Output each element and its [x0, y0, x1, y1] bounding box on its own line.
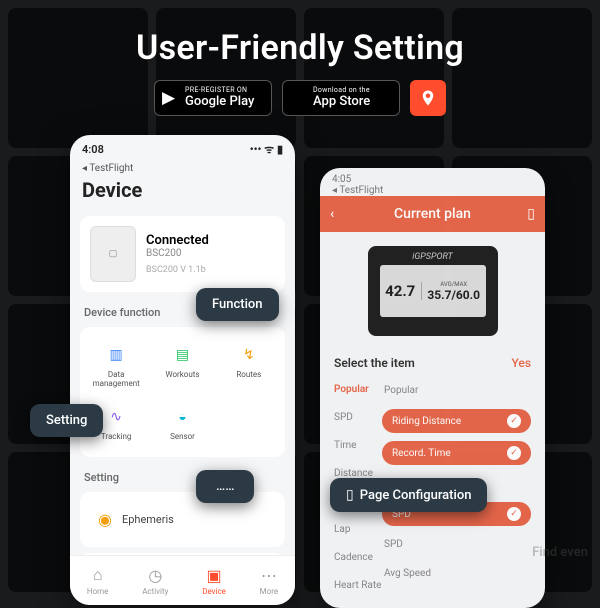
category-cadence[interactable]: Cadence — [334, 552, 382, 563]
phone-layout-icon[interactable]: ▯ — [527, 206, 535, 222]
func-icon: ◒ — [170, 405, 194, 429]
func-label: Sensor — [170, 433, 195, 442]
tab-more[interactable]: ⋯ More — [260, 566, 278, 596]
select-item-row: Select the item Yes — [320, 346, 545, 380]
check-icon: ✓ — [507, 446, 521, 460]
tab-icon: ⌂ — [93, 565, 103, 585]
screen-value-1: 42.7 — [380, 282, 422, 300]
func-icon: ↯ — [237, 343, 261, 367]
check-icon: ✓ — [507, 507, 521, 521]
testflight-label: ◂ TestFlight — [70, 163, 295, 176]
category-heart-rate[interactable]: Heart Rate — [334, 580, 382, 591]
callout-setting: Setting — [30, 404, 103, 437]
device-fw: BSC200 V 1.1b — [146, 265, 209, 275]
ephemeris-icon: ◉ — [98, 510, 112, 529]
field-row[interactable]: Popular — [382, 380, 531, 401]
check-icon: ✓ — [507, 414, 521, 428]
category-time[interactable]: Time — [334, 440, 382, 451]
page-title: Device — [70, 176, 295, 210]
google-play-icon: ▶ — [162, 88, 175, 108]
field-row[interactable]: Record. Time✓ — [382, 441, 531, 465]
section-setting-label: Setting — [70, 463, 295, 486]
screen-value-2: 35.7/60.0 — [422, 288, 486, 302]
tab-label: Home — [87, 587, 109, 596]
field-row[interactable]: SPD — [382, 534, 531, 555]
app-store-badge[interactable]: Download on the App Store — [282, 80, 400, 116]
category-popular[interactable]: Popular — [334, 384, 382, 395]
field-pill[interactable]: Riding Distance✓ — [382, 409, 531, 433]
google-small: PRE-REGISTER ON — [185, 87, 261, 94]
field-plain[interactable] — [382, 592, 531, 602]
yes-button[interactable]: Yes — [511, 356, 531, 370]
device-model: BSC200 — [146, 248, 209, 259]
category-lap[interactable]: Lap — [334, 524, 382, 535]
func-item[interactable]: ↯ Routes — [217, 337, 281, 395]
apple-big: App Store — [313, 94, 389, 110]
callout-function: Function — [196, 288, 279, 321]
func-label: Workouts — [165, 371, 199, 380]
func-item[interactable]: ◒ Sensor — [150, 399, 214, 448]
tab-home[interactable]: ⌂ Home — [87, 565, 109, 596]
back-icon[interactable]: ‹ — [330, 206, 334, 222]
tab-icon: ⋯ — [261, 566, 277, 585]
bg-text-find-event: Find even — [532, 545, 588, 560]
func-icon: ▥ — [104, 343, 128, 367]
device-status: Connected — [146, 233, 209, 248]
setting-item-label: Ephemeris — [122, 513, 174, 526]
func-label: Datamanagement — [93, 371, 140, 389]
field-row[interactable]: Riding Distance✓ — [382, 409, 531, 433]
func-label: Tracking — [101, 433, 131, 442]
func-label: Routes — [236, 371, 261, 380]
field-plain[interactable]: SPD — [382, 534, 531, 555]
location-app-icon[interactable] — [410, 80, 446, 116]
tab-label: Activity — [142, 587, 168, 596]
status-icons: ••• ᯤ ▮ — [250, 142, 283, 157]
func-icon: ▤ — [170, 343, 194, 367]
tab-activity[interactable]: ◷ Activity — [142, 566, 168, 596]
category-spd[interactable]: SPD — [334, 412, 382, 423]
field-plain[interactable]: Popular — [382, 380, 531, 401]
field-row[interactable] — [382, 592, 531, 602]
apple-small: Download on the — [313, 87, 389, 94]
google-big: Google Play — [185, 94, 261, 110]
status-time: 4:08 — [82, 143, 104, 156]
callout-page-config: ▯ Page Configuration — [330, 478, 487, 512]
tab-icon: ◷ — [148, 566, 162, 585]
google-play-badge[interactable]: ▶ PRE-REGISTER ON Google Play — [154, 80, 272, 116]
phone-device-screen: 4:08 ••• ᯤ ▮ ◂ TestFlight Device ▢ Conne… — [70, 135, 295, 605]
func-icon: ∿ — [104, 405, 128, 429]
headline: User-Friendly Setting — [0, 28, 600, 68]
plan-device-preview: iGPSPORT 42.7 AVG/MAX 35.7/60.0 — [368, 246, 498, 336]
testflight-label-2: ◂ TestFlight — [320, 185, 545, 196]
tab-icon: ▣ — [206, 566, 221, 585]
screen-label: AVG/MAX — [422, 281, 486, 288]
phone-plan-screen: 4:05 ◂ TestFlight ‹ Current plan ▯ iGPSP… — [320, 168, 545, 608]
select-label: Select the item — [334, 356, 415, 370]
callout-page-label: Page Configuration — [360, 488, 472, 503]
plan-title: Current plan — [394, 206, 471, 222]
callout-dots: …… — [196, 470, 254, 503]
store-badges: ▶ PRE-REGISTER ON Google Play Download o… — [0, 80, 600, 116]
status-bar-2: 4:05 — [320, 168, 545, 185]
field-row[interactable]: Avg Speed — [382, 563, 531, 584]
tab-label: Device — [202, 587, 226, 596]
status-bar: 4:08 ••• ᯤ ▮ — [70, 135, 295, 163]
field-pill[interactable]: Record. Time✓ — [382, 441, 531, 465]
plan-header: ‹ Current plan ▯ — [320, 196, 545, 232]
func-item[interactable]: ▤ Workouts — [150, 337, 214, 395]
tab-label: More — [260, 587, 278, 596]
field-plain[interactable]: Avg Speed — [382, 563, 531, 584]
device-image: ▢ — [90, 226, 136, 282]
func-item[interactable]: ▥ Datamanagement — [84, 337, 148, 395]
device-card[interactable]: ▢ Connected BSC200 BSC200 V 1.1b — [80, 216, 285, 292]
tab-device[interactable]: ▣ Device — [202, 566, 226, 596]
page-icon: ▯ — [346, 487, 354, 503]
setting-card[interactable]: ◉ Ephemeris — [80, 492, 285, 547]
device-brand: iGPSPORT — [412, 252, 453, 262]
